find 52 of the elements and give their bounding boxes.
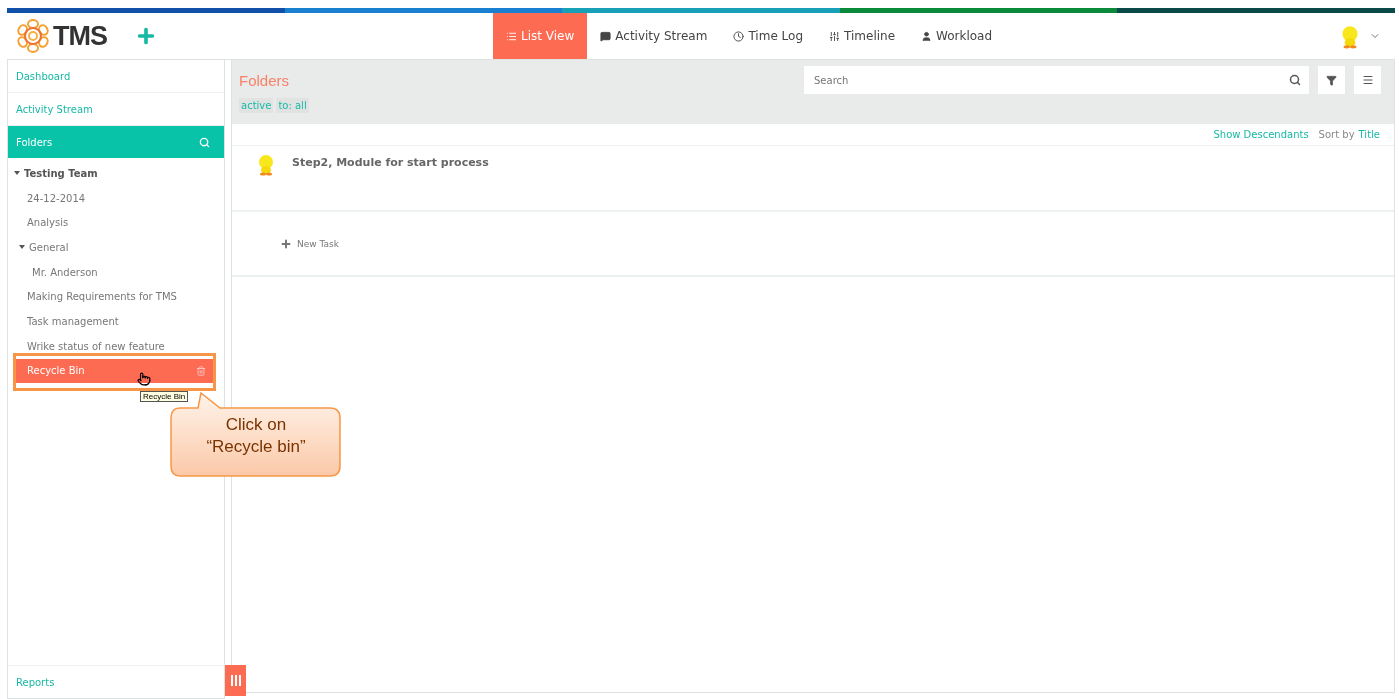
folder-item[interactable]: 24-12-2014 [8,185,214,211]
nav-tab[interactable]: Activity Stream [587,13,721,59]
menu-button[interactable] [1354,66,1381,94]
folder-label: Recycle Bin [27,365,85,377]
search-icon[interactable] [1289,74,1301,86]
folder-item[interactable]: Recycle Bin [16,358,214,384]
sort-label: Sort by [1318,129,1355,140]
folder-label: Mr. Anderson [32,266,98,278]
folder-label: Testing Team [24,167,98,179]
folder-item[interactable]: General [8,235,214,260]
plus-icon [280,237,292,250]
folder-item[interactable]: Analysis [8,210,214,236]
add-icon[interactable] [135,25,157,47]
folder-label: Task management [27,315,119,327]
user-icon [921,30,933,42]
logo-text: TMS [53,20,107,52]
folder-item[interactable]: Task management [8,309,214,334]
folder-item[interactable]: Making Requirements for TMS [8,284,214,310]
folder-item[interactable]: Mr. Anderson [8,259,214,285]
tooltip: Recycle Bin [140,391,189,402]
folder-label: General [29,241,69,253]
trash-icon[interactable] [196,365,206,376]
reports-link[interactable]: Reports [8,665,224,698]
folder-label: Making Requirements for TMS [27,291,177,303]
page-title: Folders [239,71,291,89]
clock-icon [733,30,745,42]
nav-tab[interactable]: Time Log [720,13,816,59]
new-task-button[interactable]: New Task [280,237,339,250]
logo-icon [15,18,51,54]
show-descendants-link[interactable]: Show Descendants [1213,129,1309,140]
folder-label: 24-12-2014 [27,192,86,204]
list-icon [506,30,517,42]
filter-button[interactable] [1318,66,1345,94]
folder-label: Analysis [27,217,69,229]
search-field[interactable]: Search [804,66,1309,94]
nav-tab[interactable]: Timeline [816,13,909,59]
menu-icon [1361,74,1374,86]
callout-text: Click on “Recycle bin” [205,414,307,458]
resize-handle[interactable] [225,665,246,696]
filter-icon [1326,74,1337,86]
cursor-icon [137,372,151,386]
nav-tab[interactable]: List View [493,13,588,59]
nav-tab[interactable]: Workload [908,13,1006,59]
sliders-icon [829,30,840,42]
folder-label: Wrike status of new feature [27,340,165,352]
task-title[interactable]: Step2, Module for start process [292,156,489,169]
folder-item[interactable]: Testing Team [8,161,214,186]
speech-bubble-icon [600,30,612,42]
folder-item[interactable]: Wrike status of new feature [8,333,214,359]
sort-link[interactable]: Title [1358,129,1380,140]
folders-title: Folders [16,136,53,148]
sidebar-link[interactable]: Dashboard [8,60,224,93]
